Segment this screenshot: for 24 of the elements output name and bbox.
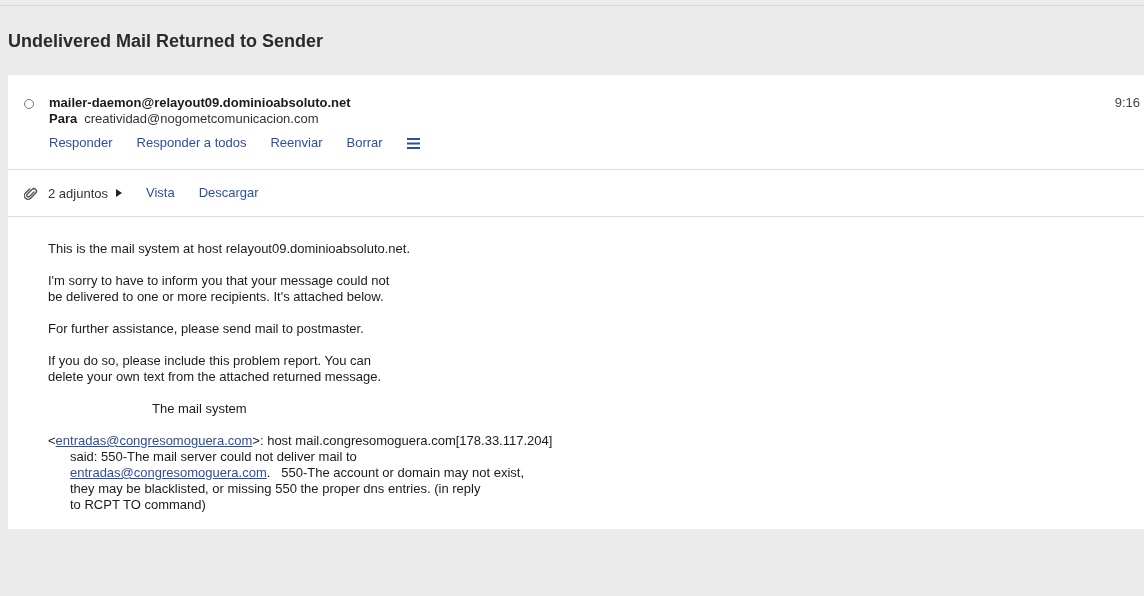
to-label: Para	[49, 111, 78, 127]
body-paragraph: I'm sorry to have to inform you that your message could not be delivered to one or more recipients. It's attached below.	[48, 273, 391, 305]
attachment-action-link[interactable]: Vista	[146, 185, 175, 201]
email-link[interactable]: entradas@congresomoguera.com	[70, 465, 267, 480]
action-link[interactable]: Responder a todos	[136, 135, 247, 151]
attachments-toggle[interactable]: 2 adjuntos	[48, 185, 122, 201]
attachment-action-link[interactable]: Descargar	[198, 185, 259, 201]
read-status-icon[interactable]	[24, 99, 34, 109]
caret-icon[interactable]	[116, 189, 122, 197]
body-paragraph: This is the mail system at host relayout09.dominioabsoluto.net.	[48, 241, 411, 257]
paperclip-icon	[24, 185, 38, 201]
body-paragraph: For further assistance, please send mail to postmaster.	[48, 321, 365, 337]
email-subject: Undelivered Mail Returned to Sender	[7, 30, 325, 53]
menu-icon[interactable]	[406, 137, 420, 149]
email-link[interactable]: entradas@congresomoguera.com	[55, 433, 253, 448]
body-paragraph: If you do so, please include this problem report. You can delete your own text from the attached returned message.	[48, 353, 383, 385]
recipient-address: creatividad@nogometcomunicacion.com	[84, 111, 319, 127]
action-link[interactable]: Reenviar	[270, 135, 323, 151]
signature-text: The mail system	[151, 401, 248, 417]
sender-address: mailer-daemon@relayout09.dominioabsoluto.net	[49, 95, 352, 111]
action-link[interactable]: Responder	[49, 135, 113, 151]
action-link[interactable]: Borrar	[346, 135, 383, 151]
error-report: <entradas@congresomoguera.com>: host mail.congresomoguera.com[178.33.117.204] said: 550-The mail server could not deliver mail to entradas@congresomoguera.com. 550-The account or domain may not exist, they may be blacklisted, or missing 550 the proper dns entries. (in reply to RCPT TO command)	[48, 433, 554, 513]
message-time: 9:16	[1114, 95, 1140, 112]
